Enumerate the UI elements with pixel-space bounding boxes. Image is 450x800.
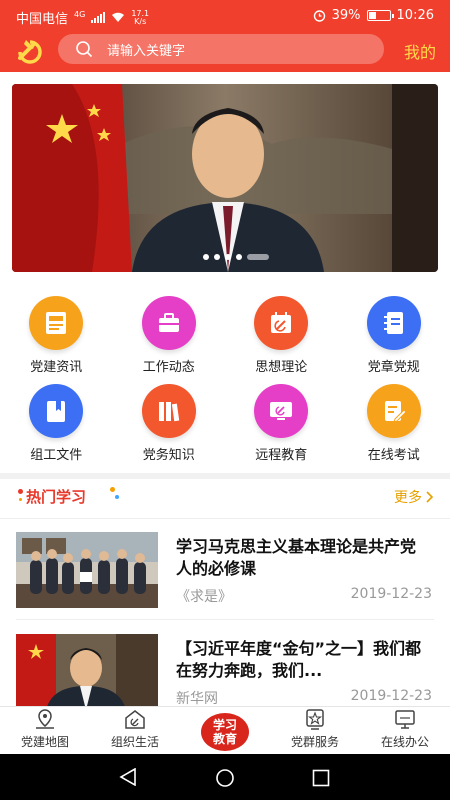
badge-line: 学习 — [212, 718, 237, 732]
section-title: 热门学习 — [26, 488, 87, 506]
grid-item-documents[interactable]: 组工文件 — [6, 384, 106, 472]
decor-dot — [19, 498, 22, 501]
tab-party-map[interactable]: 党建地图 — [0, 707, 90, 754]
status-bar: 中国电信 4G 17.1 K/s 39% 10:26 — [0, 0, 450, 32]
grid-item-knowledge[interactable]: 党务知识 — [119, 384, 219, 472]
tab-label: 党建地图 — [20, 735, 69, 749]
tab-study-education[interactable]: 学习 教育 — [180, 707, 270, 754]
news-date: 2019-12-23 — [350, 688, 432, 704]
grid-item-news[interactable]: 党建资讯 — [6, 296, 106, 384]
grid-row: 党建资讯 工作动态 思想理论 党章党规 — [0, 296, 450, 384]
search-bar[interactable]: 请输入关键字 — [58, 34, 384, 64]
wifi-icon — [112, 12, 125, 22]
network-speed: 17.1 K/s — [131, 9, 149, 26]
books-icon — [141, 384, 196, 438]
bookmark-book-icon — [29, 384, 84, 438]
grid-item-theory[interactable]: 思想理论 — [231, 296, 331, 384]
news-title: 学习马克思主义基本理论是共产党人的必修课 — [176, 537, 417, 578]
monitor-icon — [254, 384, 309, 438]
grid-label: 远程教育 — [255, 448, 308, 463]
tab-label: 组织生活 — [110, 735, 159, 749]
more-link[interactable]: 更多 — [394, 487, 434, 507]
news-source: 新华网 — [176, 691, 218, 707]
briefcase-icon — [141, 296, 196, 350]
signal-icon — [91, 12, 106, 23]
party-emblem-icon — [18, 40, 42, 64]
party-calendar-icon — [254, 296, 309, 350]
grid-item-work-news[interactable]: 工作动态 — [119, 296, 219, 384]
carousel-dot[interactable] — [225, 254, 231, 260]
search-icon — [76, 41, 93, 58]
tab-org-life[interactable]: 组织生活 — [90, 707, 180, 754]
carousel-indicators — [203, 254, 269, 260]
grid-item-remote-education[interactable]: 远程教育 — [231, 384, 331, 472]
grid-label: 工作动态 — [142, 360, 195, 375]
network-type: 4G — [74, 10, 86, 19]
carousel-dot[interactable] — [203, 254, 209, 260]
badge-line: 教育 — [212, 732, 237, 746]
party-home-icon — [125, 710, 145, 729]
system-navigation-bar — [0, 754, 450, 800]
app-header: 请输入关键字 我的 — [0, 32, 450, 72]
bottom-tab-bar: 党建地图 组织生活 学习 教育 党群服务 在线办公 — [0, 706, 450, 754]
computer-icon — [395, 710, 415, 729]
decor-dot — [18, 489, 23, 494]
study-badge: 学习 教育 — [201, 713, 249, 751]
recents-icon[interactable] — [312, 769, 330, 787]
top-bar: 中国电信 4G 17.1 K/s 39% 10:26 请输入关键字 我的 — [0, 0, 450, 72]
banner-carousel[interactable] — [12, 84, 438, 272]
search-placeholder: 请输入关键字 — [107, 43, 186, 59]
news-item[interactable]: 学习马克思主义基本理论是共产党人的必修课 《求是》 2019-12-23 — [0, 520, 450, 620]
clock: 10:26 — [396, 8, 434, 23]
divider — [16, 619, 434, 620]
speed-unit: K/s — [134, 16, 147, 26]
tab-online-office[interactable]: 在线办公 — [360, 707, 450, 754]
grid-label: 党建资讯 — [30, 360, 83, 375]
news-title: 【习近平年度“金句”之一】我们都在努力奔跑，我们... — [176, 639, 422, 680]
battery-percent: 39% — [331, 8, 361, 23]
decor-dot — [115, 495, 119, 499]
decor-dot — [110, 487, 115, 492]
carousel-dot[interactable] — [236, 254, 242, 260]
newspaper-icon — [29, 296, 84, 350]
grid-item-online-exam[interactable]: 在线考试 — [344, 384, 444, 472]
chevron-right-icon — [426, 491, 434, 503]
carousel-dot[interactable] — [247, 254, 269, 260]
tab-label: 党群服务 — [290, 735, 339, 749]
news-source: 《求是》 — [176, 589, 232, 605]
battery-icon — [366, 10, 394, 21]
grid-label: 思想理论 — [255, 360, 308, 375]
notebook-icon — [366, 296, 421, 350]
hot-study-header: 热门学习 更多 — [0, 479, 450, 519]
grid-label: 在线考试 — [367, 448, 420, 463]
alarm-icon — [313, 10, 325, 22]
home-icon[interactable] — [215, 768, 235, 788]
tab-label: 在线办公 — [380, 735, 429, 749]
grid-item-rules[interactable]: 党章党规 — [344, 296, 444, 384]
more-label: 更多 — [394, 490, 422, 506]
tab-community-service[interactable]: 党群服务 — [270, 707, 360, 754]
carrier-name: 中国电信 — [16, 12, 69, 27]
mine-link[interactable]: 我的 — [404, 39, 436, 63]
grid-label: 党章党规 — [367, 360, 420, 375]
news-thumbnail — [16, 532, 158, 608]
back-icon[interactable] — [118, 768, 138, 786]
map-pin-icon — [36, 709, 54, 729]
banner-image — [12, 84, 438, 272]
grid-row: 组工文件 党务知识 远程教育 在线考试 — [0, 384, 450, 472]
grid-label: 党务知识 — [142, 448, 195, 463]
grid-label: 组工文件 — [30, 448, 83, 463]
news-thumbnail — [16, 634, 158, 710]
feature-grid: 党建资讯 工作动态 思想理论 党章党规 组工文件 党务知识 远程教育 在线考试 — [0, 296, 450, 472]
exam-pen-icon — [366, 384, 421, 438]
carousel-dot[interactable] — [214, 254, 220, 260]
star-badge-icon — [306, 709, 324, 730]
news-date: 2019-12-23 — [350, 586, 432, 602]
